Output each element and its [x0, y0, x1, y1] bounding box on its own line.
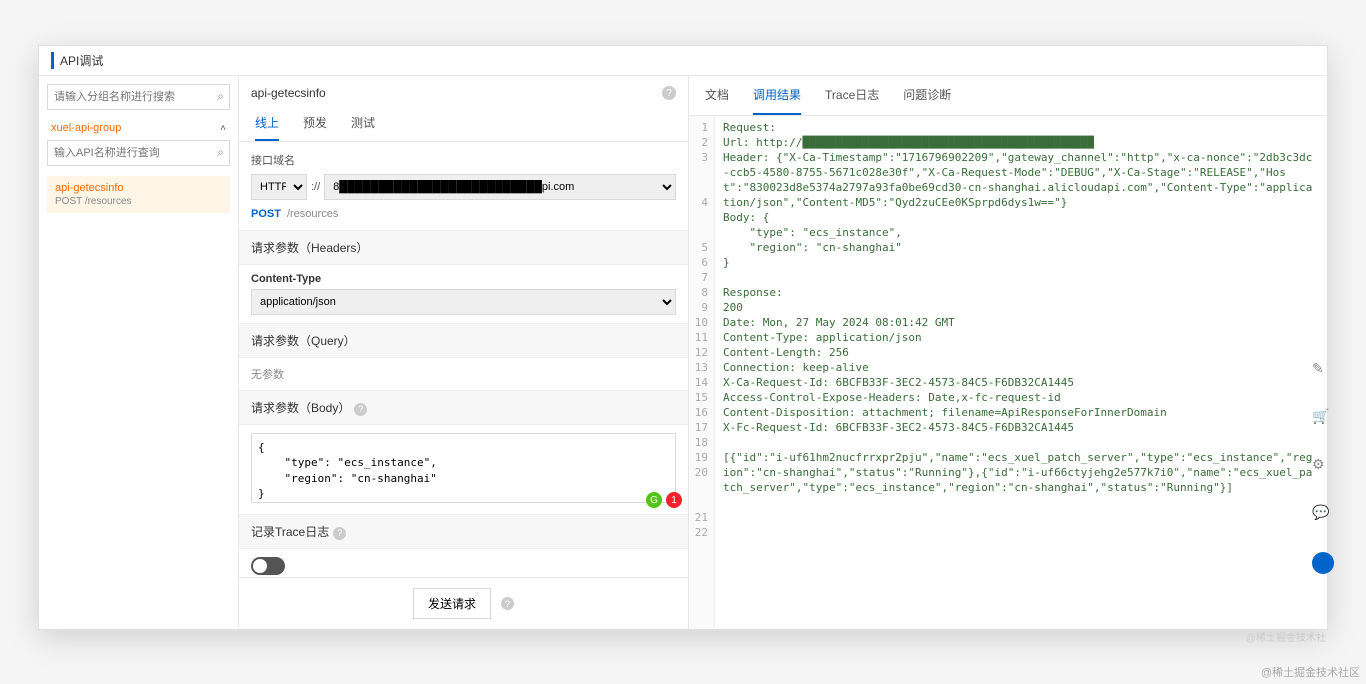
body-section-title: 请求参数（Body）?: [239, 390, 688, 425]
cart-icon[interactable]: 🛒: [1312, 408, 1330, 426]
help-icon[interactable]: ?: [501, 597, 514, 610]
side-toolbar: ✎ 🛒 ⚙ 💬: [1312, 360, 1334, 574]
grammarly-icon[interactable]: G: [646, 492, 662, 508]
method-path: POST/resources: [239, 208, 688, 230]
code-content: Request: Url: http://███████████████████…: [715, 116, 1327, 629]
tab-pre[interactable]: 预发: [303, 106, 327, 141]
api-item-name: api-getecsinfo: [55, 182, 222, 194]
query-section-title: 请求参数（Query）: [239, 323, 688, 358]
headers-section-title: 请求参数（Headers）: [239, 230, 688, 265]
page-title: API调试: [51, 52, 103, 69]
chevron-up-icon: ˄: [220, 123, 226, 134]
tab-online[interactable]: 线上: [255, 106, 279, 141]
content-type-select[interactable]: application/json: [251, 289, 676, 315]
response-code[interactable]: 1 2 3 4 5 6 7 8 9 10 11 12 13 14 15 16 1…: [689, 116, 1327, 629]
protocol-sep: ://: [311, 181, 320, 193]
body-textarea[interactable]: [251, 433, 676, 503]
error-badge[interactable]: 1: [666, 492, 682, 508]
gear-icon[interactable]: ⚙: [1312, 456, 1330, 474]
tab-result[interactable]: 调用结果: [753, 76, 801, 115]
help-icon[interactable]: ?: [354, 403, 367, 416]
send-request-button[interactable]: 发送请求: [413, 588, 491, 619]
help-icon[interactable]: ?: [333, 527, 346, 540]
app-header: API调试: [39, 46, 1327, 76]
tab-trace[interactable]: Trace日志: [825, 76, 879, 115]
tab-test[interactable]: 测试: [351, 106, 375, 141]
sidebar: ⌕ xuel-api-group ˄ ⌕ api-getecsinfo POST…: [39, 76, 239, 629]
group-search: ⌕: [47, 84, 230, 110]
sidebar-api-item[interactable]: api-getecsinfo POST /resources: [47, 176, 230, 213]
chat-icon[interactable]: 💬: [1312, 504, 1330, 522]
trace-toggle[interactable]: [251, 557, 285, 575]
stage-tabs: 线上 预发 测试: [239, 106, 688, 142]
domain-label: 接口域名: [239, 142, 688, 174]
edit-icon[interactable]: ✎: [1312, 360, 1330, 378]
response-tabs: 文档 调用结果 Trace日志 问题诊断: [689, 76, 1327, 116]
help-icon[interactable]: ?: [662, 86, 676, 100]
search-icon[interactable]: ⌕: [217, 145, 224, 160]
watermark: @稀土掘金技术社: [1246, 629, 1326, 644]
request-panel: api-getecsinfo ? 线上 预发 测试 接口域名 HTTP :// …: [239, 76, 689, 629]
protocol-select[interactable]: HTTP: [251, 174, 307, 200]
content-type-label: Content-Type: [251, 273, 676, 285]
search-icon[interactable]: ⌕: [217, 89, 224, 104]
api-group-row[interactable]: xuel-api-group ˄: [47, 116, 230, 140]
query-empty-text: 无参数: [251, 369, 284, 381]
host-select[interactable]: 8██████████████████████████pi.com: [324, 174, 676, 200]
trace-section-title: 记录Trace日志?: [239, 514, 688, 549]
line-gutter: 1 2 3 4 5 6 7 8 9 10 11 12 13 14 15 16 1…: [689, 116, 715, 629]
response-panel: 文档 调用结果 Trace日志 问题诊断 1 2 3 4 5 6 7 8 9 1…: [689, 76, 1327, 629]
api-search-input[interactable]: [47, 140, 230, 166]
group-search-input[interactable]: [47, 84, 230, 110]
watermark: @稀土掘金技术社区: [1261, 664, 1360, 680]
api-name: api-getecsinfo: [251, 86, 326, 100]
tab-diagnose[interactable]: 问题诊断: [903, 76, 951, 115]
api-item-sub: POST /resources: [55, 196, 222, 207]
tab-docs[interactable]: 文档: [705, 76, 729, 115]
qr-icon[interactable]: [1312, 552, 1334, 574]
api-search: ⌕: [47, 140, 230, 166]
group-name: xuel-api-group: [51, 122, 121, 134]
